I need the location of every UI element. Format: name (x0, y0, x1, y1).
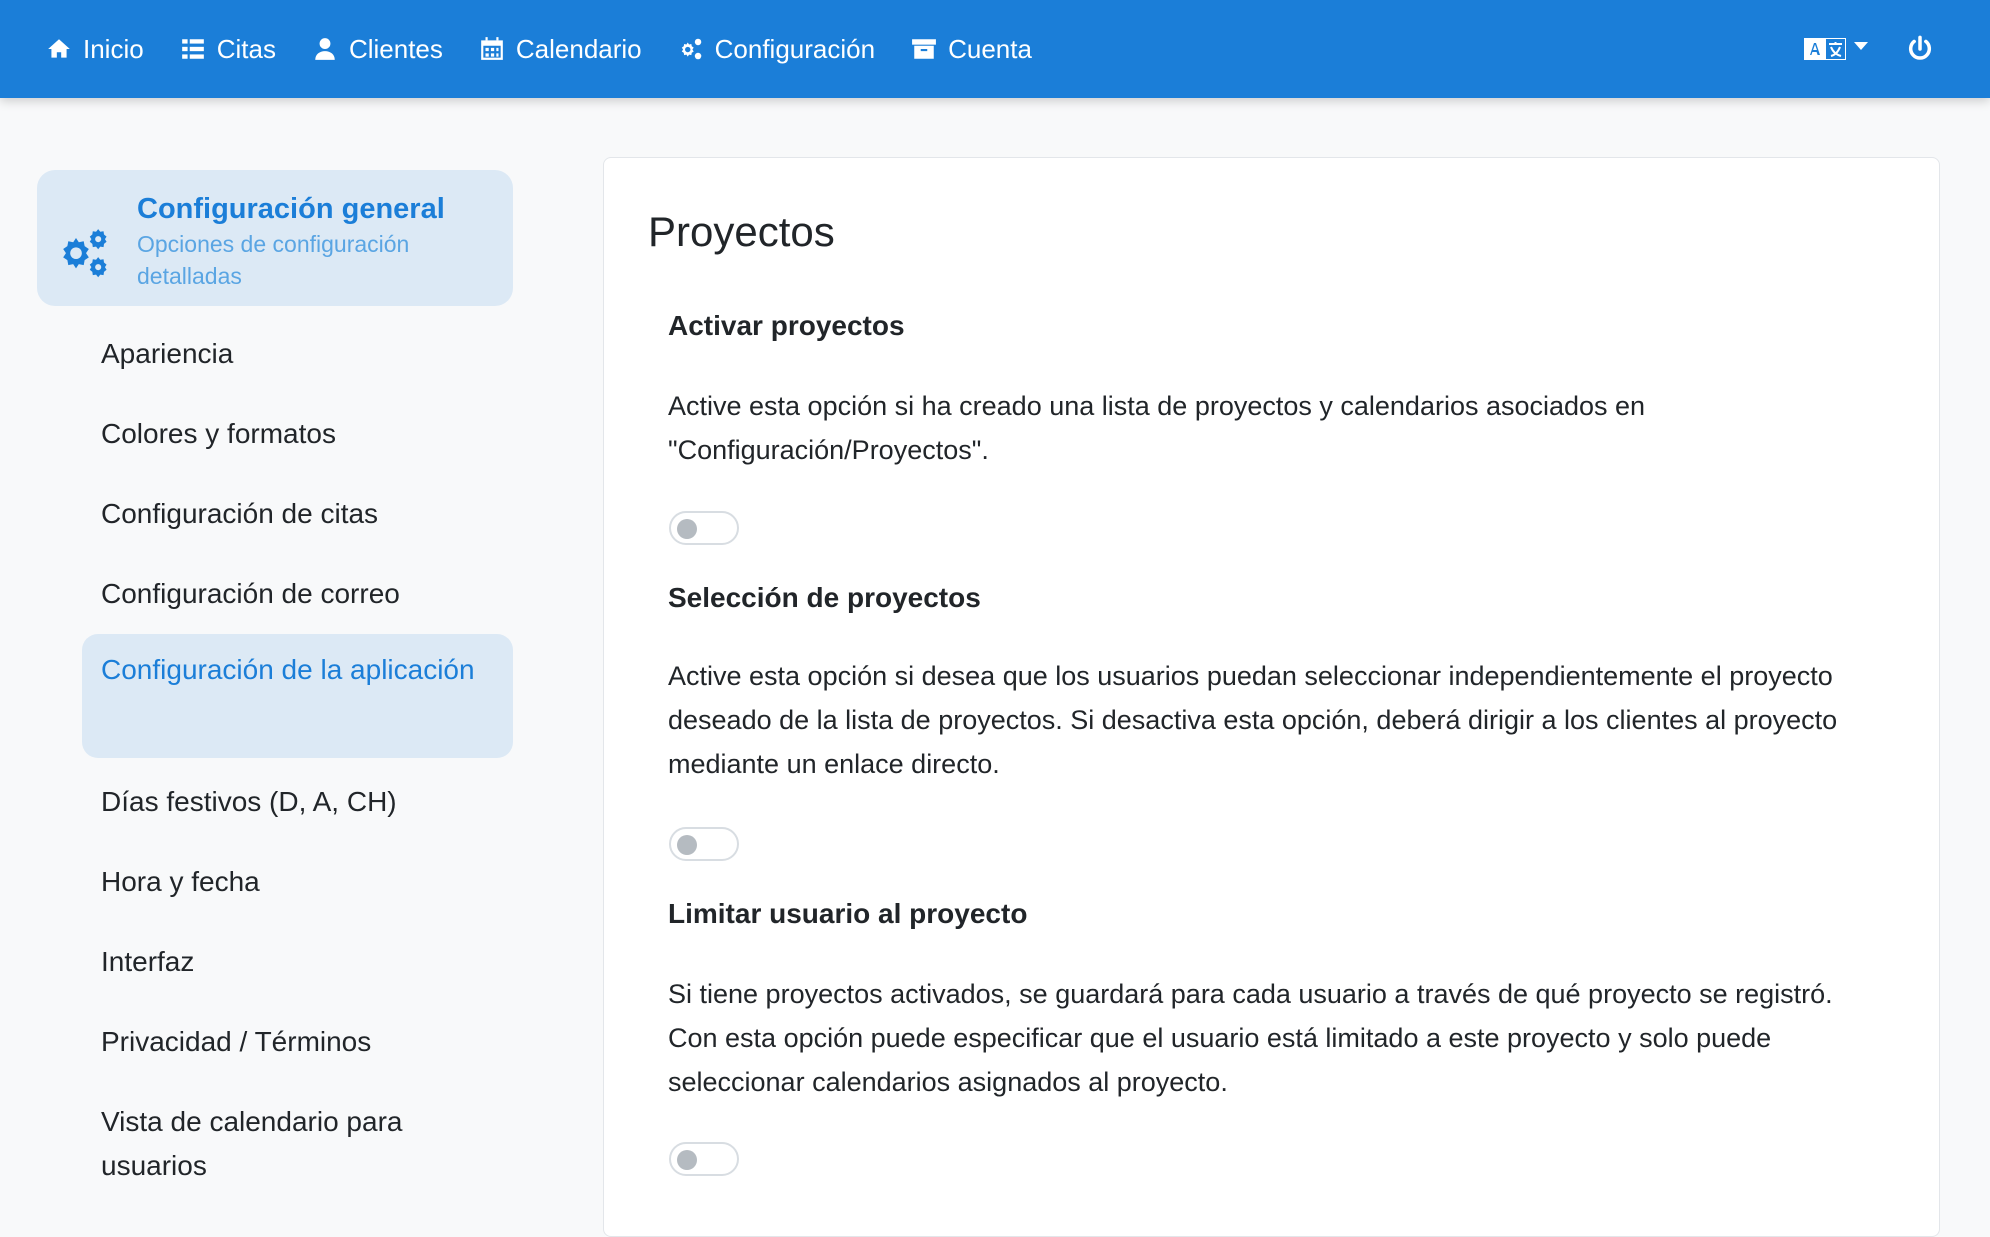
sidebar-item-aplicacion[interactable]: Configuración de la aplicación (82, 634, 513, 758)
user-icon (315, 38, 335, 60)
nav-citas-label: Citas (216, 33, 276, 64)
setting-label: Selección de proyectos (668, 582, 981, 613)
chevron-down-icon (1854, 42, 1868, 50)
page-title: Proyectos (648, 208, 835, 255)
sidebar-item-interfaz[interactable]: Interfaz (37, 922, 513, 1002)
sidebar-item-correo[interactable]: Configuración de correo (37, 554, 513, 634)
nav-clientes-label: Clientes (348, 33, 443, 64)
setting-activar-proyectos: Activar proyectos Active esta opción si … (668, 310, 1848, 472)
settings-sidebar: Configuración general Opciones de config… (37, 170, 513, 1206)
setting-label: Limitar usuario al proyecto (668, 898, 1028, 929)
nav-right-group (1804, 0, 1934, 98)
toggle-seleccion-proyectos[interactable] (669, 827, 739, 861)
toggle-knob (677, 835, 697, 855)
toggle-knob (677, 519, 697, 539)
sidebar-header-subtitle: Opciones de configuración detalladas (137, 231, 410, 289)
gears-icon (55, 224, 111, 280)
list-icon (181, 39, 204, 59)
gears-icon (681, 38, 701, 60)
sidebar-menu: Apariencia Colores y formatos Configurac… (37, 314, 513, 1206)
nav-configuracion-label: Configuración (714, 33, 876, 64)
sidebar-item-hora-fecha[interactable]: Hora y fecha (37, 842, 513, 922)
setting-description: Si tiene proyectos activados, se guardar… (668, 979, 1833, 1097)
top-navbar: Inicio Citas Clientes Calendario Configu… (0, 0, 1990, 98)
toggle-knob (677, 1150, 697, 1170)
sidebar-item-citas[interactable]: Configuración de citas (37, 474, 513, 554)
sidebar-item-privacidad[interactable]: Privacidad / Términos (37, 1002, 513, 1082)
toggle-activar-proyectos[interactable] (669, 511, 739, 545)
language-dropdown[interactable] (1804, 38, 1868, 60)
sidebar-item-festivos[interactable]: Días festivos (D, A, CH) (37, 762, 513, 842)
nav-inicio[interactable]: Inicio (46, 19, 144, 79)
logout-button[interactable] (1906, 35, 1934, 63)
nav-cuenta-label: Cuenta (948, 33, 1032, 64)
sidebar-header-title: Configuración general (137, 193, 445, 225)
setting-label: Activar proyectos (668, 310, 905, 341)
nav-citas[interactable]: Citas (180, 19, 276, 79)
home-icon (48, 39, 70, 58)
power-icon (1908, 35, 1932, 60)
setting-limitar-usuario: Limitar usuario al proyecto Si tiene pro… (668, 898, 1848, 1104)
sidebar-item-apariencia[interactable]: Apariencia (37, 314, 513, 394)
setting-seleccion-proyectos: Selección de proyectos Active esta opció… (668, 582, 1848, 786)
setting-description: Active esta opción si ha creado una list… (668, 391, 1646, 465)
nav-calendario[interactable]: Calendario (479, 19, 642, 79)
toggle-limitar-usuario[interactable] (669, 1142, 739, 1176)
nav-configuracion[interactable]: Configuración (678, 19, 875, 79)
sidebar-header-text: Configuración general Opciones de config… (137, 190, 467, 292)
nav-cuenta[interactable]: Cuenta (911, 19, 1032, 79)
nav-clientes[interactable]: Clientes (312, 19, 443, 79)
archive-icon (912, 39, 936, 59)
setting-description: Active esta opción si desea que los usua… (668, 661, 1838, 779)
calendar-icon (481, 37, 503, 60)
nav-calendario-label: Calendario (515, 33, 642, 64)
sidebar-item-colores[interactable]: Colores y formatos (37, 394, 513, 474)
settings-card: Proyectos Activar proyectos Active esta … (603, 157, 1940, 1237)
nav-inicio-label: Inicio (83, 33, 144, 64)
language-icon (1804, 38, 1846, 60)
sidebar-item-vista-calendario[interactable]: Vista de calendario para usuarios (37, 1082, 467, 1206)
sidebar-header[interactable]: Configuración general Opciones de config… (37, 170, 513, 306)
